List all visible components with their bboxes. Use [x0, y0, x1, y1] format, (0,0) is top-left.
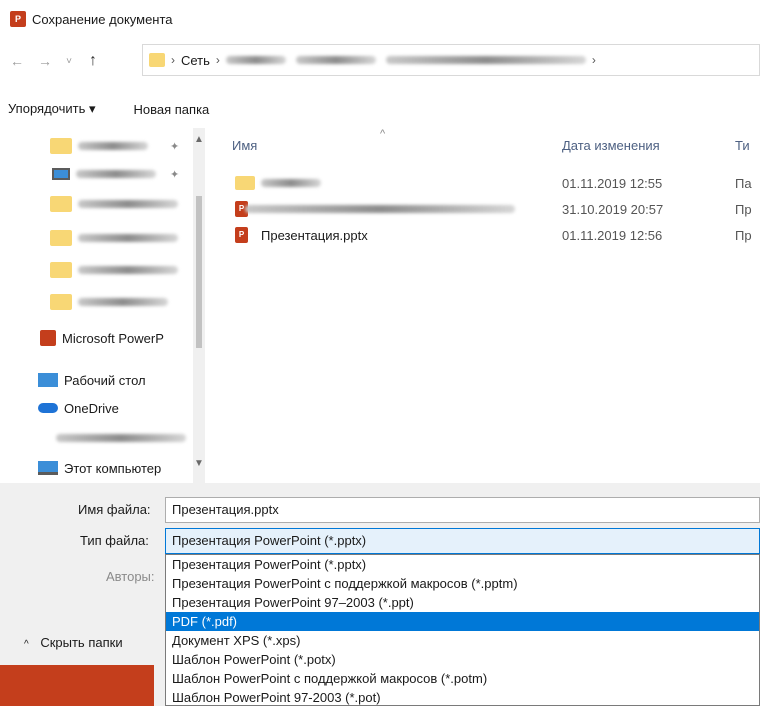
- filetype-label: Тип файла:: [80, 533, 149, 548]
- pin-icon: ✦: [170, 140, 180, 153]
- filetype-select[interactable]: Презентация PowerPoint (*.pptx): [165, 528, 760, 554]
- folder-icon: [50, 138, 72, 154]
- address-row: ← → ˅ ↑ › Сеть › ›: [0, 40, 760, 82]
- file-type: Пр: [735, 201, 752, 217]
- nav-item-label: Рабочий стол: [64, 372, 146, 388]
- folder-icon: [149, 53, 165, 67]
- nav-item-label: Этот компьютер: [64, 460, 162, 476]
- nav-item-redacted[interactable]: [0, 288, 190, 316]
- nav-item-label: Microsoft PowerP: [62, 330, 164, 346]
- organize-button[interactable]: Упорядочить ▾: [8, 101, 96, 117]
- up-arrow-icon[interactable]: ↑: [82, 52, 104, 70]
- background-app-strip: [0, 665, 154, 706]
- nav-item-redacted[interactable]: [0, 190, 190, 218]
- folder-icon: [50, 196, 72, 212]
- breadcrumb-redacted[interactable]: [295, 56, 376, 64]
- hide-folders-button[interactable]: ^ Скрыть папки: [24, 635, 123, 650]
- forward-arrow-icon[interactable]: →: [34, 53, 56, 69]
- dropdown-option-selected[interactable]: PDF (*.pdf): [166, 612, 759, 631]
- filetype-dropdown-list: Презентация PowerPoint (*.pptx) Презента…: [165, 554, 760, 706]
- file-list: ^ Имя Дата изменения Ти 01.11.2019 12:55…: [205, 128, 760, 483]
- nav-label-redacted: [78, 234, 178, 242]
- nav-item-redacted[interactable]: [0, 224, 190, 252]
- dropdown-option[interactable]: Шаблон PowerPoint 97-2003 (*.pot): [166, 688, 759, 706]
- breadcrumb-separator-icon: ›: [215, 53, 220, 67]
- file-name-redacted: [245, 205, 515, 213]
- column-header-type[interactable]: Ти: [735, 138, 750, 153]
- nav-label-redacted: [78, 266, 178, 274]
- nav-label-redacted: [76, 170, 156, 178]
- recent-locations-chevron-icon[interactable]: ˅: [62, 56, 76, 67]
- folder-icon: [235, 176, 255, 190]
- window-title: Сохранение документа: [32, 11, 173, 27]
- nav-label-redacted: [78, 200, 178, 208]
- breadcrumb-redacted[interactable]: [225, 56, 286, 64]
- filename-label: Имя файла:: [78, 502, 151, 517]
- nav-label-redacted: [56, 434, 186, 442]
- filename-input[interactable]: Презентация.pptx: [165, 497, 760, 523]
- folder-icon: [50, 230, 72, 246]
- powerpoint-icon: P: [10, 11, 26, 27]
- nav-item-label: OneDrive: [64, 400, 119, 416]
- file-type: Пр: [735, 227, 752, 243]
- nav-item-redacted[interactable]: ✦: [0, 160, 190, 188]
- scroll-thumb[interactable]: [196, 196, 202, 348]
- nav-item-powerpoint[interactable]: Microsoft PowerP: [0, 324, 190, 352]
- file-date: 01.11.2019 12:56: [562, 227, 663, 243]
- authors-label: Авторы:: [106, 569, 155, 584]
- breadcrumb-separator-icon: ›: [171, 53, 175, 67]
- file-name-redacted: [261, 179, 321, 187]
- file-row[interactable]: P Презентация.pptx 01.11.2019 12:56 Пр: [205, 222, 760, 248]
- desktop-icon: [38, 373, 58, 387]
- folder-icon: [50, 262, 72, 278]
- column-header-date[interactable]: Дата изменения: [562, 138, 660, 153]
- cloud-icon: [38, 403, 58, 413]
- nav-item-redacted[interactable]: [0, 424, 190, 452]
- breadcrumb-network[interactable]: Сеть: [181, 53, 210, 68]
- pin-icon: ✦: [170, 168, 180, 181]
- powerpoint-file-icon: P: [235, 227, 248, 243]
- file-date: 01.11.2019 12:55: [562, 175, 663, 191]
- navigation-pane: ✦ ✦ Microsoft PowerP Рабочий стол OneDri…: [0, 128, 205, 483]
- chevron-up-icon: ^: [24, 639, 29, 650]
- title-bar: P Сохранение документа: [0, 0, 760, 38]
- file-date: 31.10.2019 20:57: [562, 201, 664, 217]
- dropdown-option[interactable]: Шаблон PowerPoint с поддержкой макросов …: [166, 669, 759, 688]
- powerpoint-icon: [40, 330, 56, 346]
- file-name: Презентация.pptx: [261, 227, 368, 243]
- address-bar[interactable]: › Сеть › ›: [142, 44, 760, 76]
- nav-item-redacted[interactable]: ✦: [0, 132, 190, 160]
- nav-label-redacted: [78, 142, 148, 150]
- toolbar: Упорядочить ▾ Новая папка: [0, 90, 760, 128]
- computer-icon: [38, 461, 58, 475]
- nav-label-redacted: [78, 298, 168, 306]
- nav-item-desktop[interactable]: Рабочий стол: [0, 366, 190, 394]
- back-arrow-icon[interactable]: ←: [6, 53, 28, 69]
- sort-ascending-icon: ^: [380, 128, 386, 140]
- file-type: Па: [735, 175, 752, 191]
- dropdown-option[interactable]: Документ XPS (*.xps): [166, 631, 759, 650]
- nav-scrollbar[interactable]: ▲ ▼: [193, 128, 205, 483]
- hide-folders-label: Скрыть папки: [40, 635, 123, 650]
- scroll-up-icon[interactable]: ▲: [193, 134, 205, 145]
- dropdown-option[interactable]: Презентация PowerPoint (*.pptx): [166, 555, 759, 574]
- nav-item-redacted[interactable]: [0, 256, 190, 284]
- dropdown-option[interactable]: Презентация PowerPoint 97–2003 (*.ppt): [166, 593, 759, 612]
- nav-item-onedrive[interactable]: OneDrive: [0, 394, 190, 422]
- new-folder-button[interactable]: Новая папка: [134, 102, 210, 117]
- file-row[interactable]: 01.11.2019 12:55 Па: [205, 170, 760, 196]
- scroll-down-icon[interactable]: ▼: [193, 458, 205, 469]
- folder-icon: [50, 294, 72, 310]
- column-header-name[interactable]: Имя: [232, 138, 257, 153]
- nav-item-this-pc[interactable]: Этот компьютер: [0, 454, 190, 482]
- dropdown-option[interactable]: Презентация PowerPoint с поддержкой макр…: [166, 574, 759, 593]
- monitor-icon: [52, 168, 70, 180]
- breadcrumb-redacted[interactable]: [385, 56, 586, 64]
- file-row[interactable]: P 31.10.2019 20:57 Пр: [205, 196, 760, 222]
- dropdown-option[interactable]: Шаблон PowerPoint (*.potx): [166, 650, 759, 669]
- breadcrumb-separator-icon: ›: [591, 53, 596, 67]
